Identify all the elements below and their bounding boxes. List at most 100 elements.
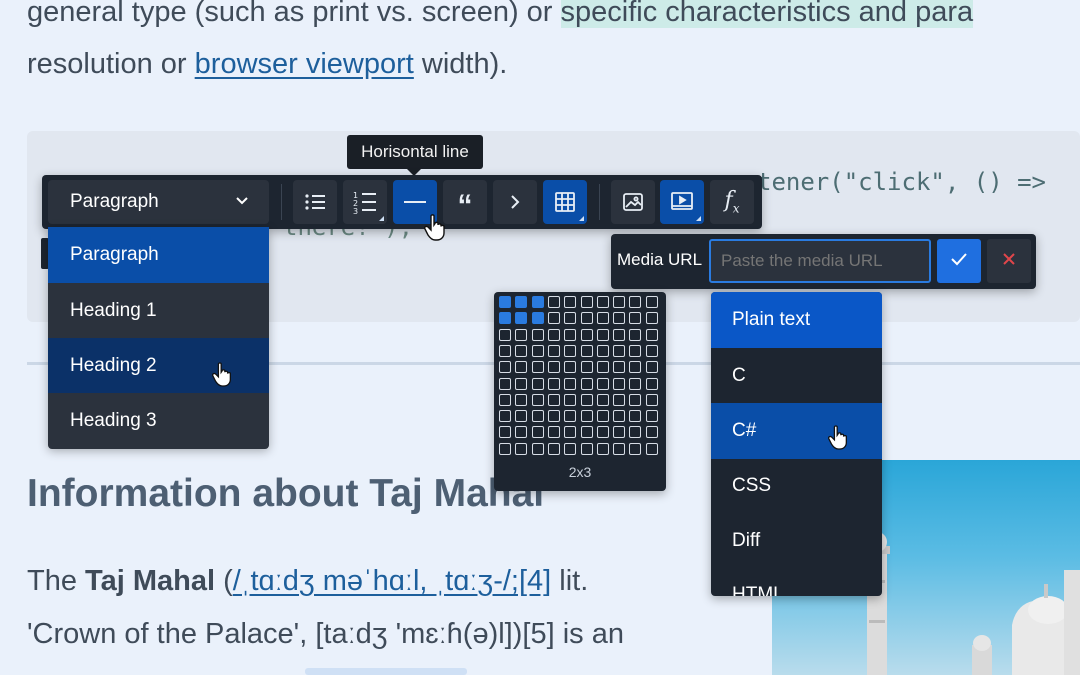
table-grid-cell[interactable]: [531, 344, 544, 357]
table-grid-cell[interactable]: [564, 328, 577, 341]
table-grid-cell[interactable]: [547, 410, 560, 423]
table-grid-cell[interactable]: [564, 410, 577, 423]
table-grid-cell[interactable]: [515, 426, 528, 439]
table-grid-cell[interactable]: [580, 377, 593, 390]
table-grid-cell[interactable]: [629, 377, 642, 390]
language-option-diff[interactable]: Diff: [711, 513, 882, 569]
table-grid-cell[interactable]: [564, 312, 577, 325]
table-grid-cell[interactable]: [613, 426, 626, 439]
table-grid-cell[interactable]: [515, 328, 528, 341]
table-grid-cell[interactable]: [645, 426, 658, 439]
table-grid-cell[interactable]: [564, 377, 577, 390]
heading-option-paragraph[interactable]: Paragraph: [48, 227, 269, 283]
heading-option-heading-2[interactable]: Heading 2: [48, 338, 269, 394]
table-grid-cell[interactable]: [531, 328, 544, 341]
table-grid-cell[interactable]: [499, 361, 511, 374]
block-quote-button[interactable]: “: [443, 180, 487, 224]
table-grid-cell[interactable]: [596, 410, 609, 423]
table-grid-cell[interactable]: [499, 344, 511, 357]
table-grid-cell[interactable]: [613, 344, 626, 357]
table-grid-cell[interactable]: [596, 393, 609, 406]
table-grid-cell[interactable]: [613, 328, 626, 341]
table-grid-cell[interactable]: [547, 377, 560, 390]
table-grid-cell[interactable]: [515, 344, 528, 357]
table-grid-cell[interactable]: [613, 361, 626, 374]
table-grid-cell[interactable]: [499, 393, 511, 406]
table-grid-cell[interactable]: [564, 426, 577, 439]
table-grid-cell[interactable]: [645, 377, 658, 390]
table-grid-cell[interactable]: [629, 296, 642, 308]
table-grid-cell[interactable]: [580, 393, 593, 406]
table-grid-cell[interactable]: [645, 328, 658, 341]
numbered-list-button[interactable]: 123: [343, 180, 387, 224]
table-grid-cell[interactable]: [547, 426, 560, 439]
table-grid-cell[interactable]: [613, 296, 626, 308]
table-grid-cell[interactable]: [531, 377, 544, 390]
table-grid-cell[interactable]: [499, 296, 511, 308]
table-grid-cell[interactable]: [629, 442, 642, 455]
table-grid-cell[interactable]: [645, 296, 658, 308]
code-block-button[interactable]: [493, 180, 537, 224]
table-grid-cell[interactable]: [531, 361, 544, 374]
table-grid-cell[interactable]: [564, 393, 577, 406]
table-grid-cell[interactable]: [564, 361, 577, 374]
media-cancel-button[interactable]: [987, 239, 1031, 283]
table-grid-cell[interactable]: [499, 442, 511, 455]
table-grid-cell[interactable]: [580, 410, 593, 423]
table-grid-cell[interactable]: [645, 393, 658, 406]
table-grid-cell[interactable]: [547, 296, 560, 308]
table-grid-cell[interactable]: [645, 361, 658, 374]
language-option-c[interactable]: C: [711, 348, 882, 404]
table-grid-cell[interactable]: [629, 410, 642, 423]
table-grid-cell[interactable]: [629, 328, 642, 341]
table-grid-cell[interactable]: [547, 393, 560, 406]
table-grid-cell[interactable]: [613, 410, 626, 423]
insert-table-button[interactable]: [543, 180, 587, 224]
language-option-plain-text[interactable]: Plain text: [711, 292, 882, 348]
table-grid-cell[interactable]: [596, 328, 609, 341]
table-grid-cell[interactable]: [580, 328, 593, 341]
table-grid-cell[interactable]: [531, 393, 544, 406]
table-grid-cell[interactable]: [531, 410, 544, 423]
media-url-input[interactable]: [709, 239, 931, 283]
table-grid-cell[interactable]: [547, 344, 560, 357]
table-grid-cell[interactable]: [499, 312, 511, 325]
table-grid-cell[interactable]: [531, 312, 544, 325]
table-grid-cell[interactable]: [564, 442, 577, 455]
table-grid-cell[interactable]: [515, 442, 528, 455]
table-grid-cell[interactable]: [515, 296, 528, 308]
heading-option-heading-3[interactable]: Heading 3: [48, 393, 269, 449]
table-grid-cell[interactable]: [515, 312, 528, 325]
insert-image-button[interactable]: [611, 180, 655, 224]
table-grid-cell[interactable]: [596, 377, 609, 390]
table-grid-cell[interactable]: [596, 344, 609, 357]
table-grid-cell[interactable]: [499, 426, 511, 439]
formula-button[interactable]: fx: [710, 180, 754, 224]
table-grid-cell[interactable]: [580, 344, 593, 357]
table-grid-cell[interactable]: [564, 296, 577, 308]
table-grid-cell[interactable]: [547, 361, 560, 374]
language-option-html[interactable]: HTML: [732, 584, 784, 596]
media-confirm-button[interactable]: [937, 239, 981, 283]
table-grid-cell[interactable]: [580, 442, 593, 455]
table-grid-cell[interactable]: [547, 312, 560, 325]
browser-viewport-link[interactable]: browser viewport: [195, 48, 414, 80]
table-grid-cell[interactable]: [629, 361, 642, 374]
pronunciation-link[interactable]: /ˌtɑːdʒ məˈhɑːl, ˌtɑːʒ-/;[4]: [233, 565, 551, 597]
table-grid-cell[interactable]: [629, 426, 642, 439]
table-grid-cell[interactable]: [580, 296, 593, 308]
table-grid-cell[interactable]: [547, 328, 560, 341]
table-grid-cell[interactable]: [580, 312, 593, 325]
heading-dropdown[interactable]: Paragraph: [48, 180, 269, 224]
table-grid-cell[interactable]: [596, 296, 609, 308]
table-grid-cell[interactable]: [499, 377, 511, 390]
table-grid-cell[interactable]: [499, 328, 511, 341]
table-grid-cell[interactable]: [613, 442, 626, 455]
table-grid-cell[interactable]: [564, 344, 577, 357]
language-option-csharp[interactable]: C#: [711, 403, 882, 459]
table-grid-cell[interactable]: [531, 426, 544, 439]
table-grid-cell[interactable]: [515, 377, 528, 390]
table-grid-cell[interactable]: [613, 393, 626, 406]
table-grid-cell[interactable]: [515, 361, 528, 374]
table-grid-cell[interactable]: [629, 344, 642, 357]
